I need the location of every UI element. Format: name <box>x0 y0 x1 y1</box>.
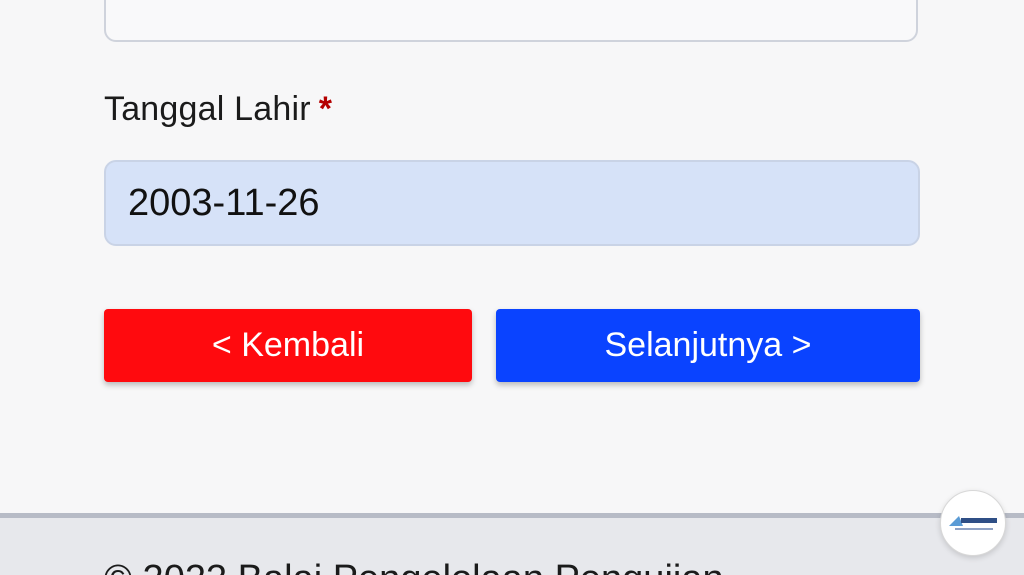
footer: © 2023 Balai Pengelolaan Pengujian <box>0 513 1024 575</box>
page: Tanggal Lahir* < Kembali Selanjutnya > ©… <box>0 0 1024 575</box>
brand-logo-icon <box>947 514 999 530</box>
birth-date-input[interactable] <box>104 160 920 246</box>
footer-copyright: © 2023 Balai Pengelolaan Pengujian <box>104 558 724 575</box>
watermark-logo <box>940 490 1006 556</box>
birth-date-label: Tanggal Lahir * <box>104 90 332 129</box>
required-asterisk: * <box>318 90 333 128</box>
previous-input-field[interactable] <box>104 0 918 42</box>
birth-date-label-text: Tanggal Lahir <box>104 90 311 128</box>
back-button[interactable]: < Kembali <box>104 309 472 382</box>
next-button[interactable]: Selanjutnya > <box>496 309 920 382</box>
